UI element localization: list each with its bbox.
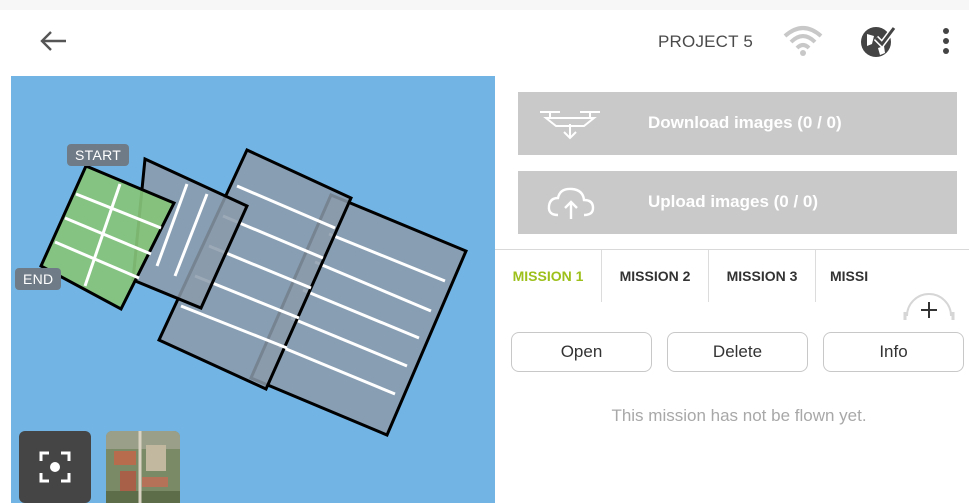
map-view[interactable]: START END	[11, 76, 495, 503]
wifi-icon[interactable]	[783, 24, 823, 58]
satellite-layer-thumbnail[interactable]	[106, 431, 180, 503]
mission-tabs: MISSION 1 MISSION 2 MISSION 3 MISSI	[495, 250, 969, 302]
end-marker: END	[15, 268, 62, 290]
add-mission-button[interactable]	[901, 282, 957, 326]
center-map-button[interactable]	[19, 431, 91, 503]
download-images-button[interactable]: Download images (0 / 0)	[518, 92, 957, 155]
tab-mission-4[interactable]: MISSI	[816, 250, 878, 302]
tab-mission-1[interactable]: MISSION 1	[495, 250, 601, 302]
project-title: PROJECT 5	[658, 32, 754, 51]
mission-panel: Download images (0 / 0) Upload images (0…	[495, 76, 969, 503]
more-vertical-icon[interactable]	[937, 24, 955, 58]
info-button[interactable]: Info	[823, 332, 964, 372]
top-bar: PROJECT 5	[0, 0, 969, 76]
open-button[interactable]: Open	[511, 332, 652, 372]
upload-label: Upload images (0 / 0)	[648, 192, 819, 211]
center-focus-icon	[39, 451, 71, 483]
start-marker: START	[67, 144, 130, 166]
status-strip	[0, 0, 969, 10]
back-arrow-icon[interactable]	[36, 24, 72, 58]
download-label: Download images (0 / 0)	[648, 113, 842, 132]
tab-mission-3[interactable]: MISSION 3	[709, 250, 815, 302]
delete-button[interactable]: Delete	[667, 332, 808, 372]
globe-check-icon[interactable]	[858, 22, 897, 60]
mission-status-text: This mission has not be flown yet.	[611, 406, 867, 425]
tab-mission-2[interactable]: MISSION 2	[602, 250, 708, 302]
upload-images-button[interactable]: Upload images (0 / 0)	[518, 171, 957, 234]
plus-icon	[903, 293, 955, 320]
